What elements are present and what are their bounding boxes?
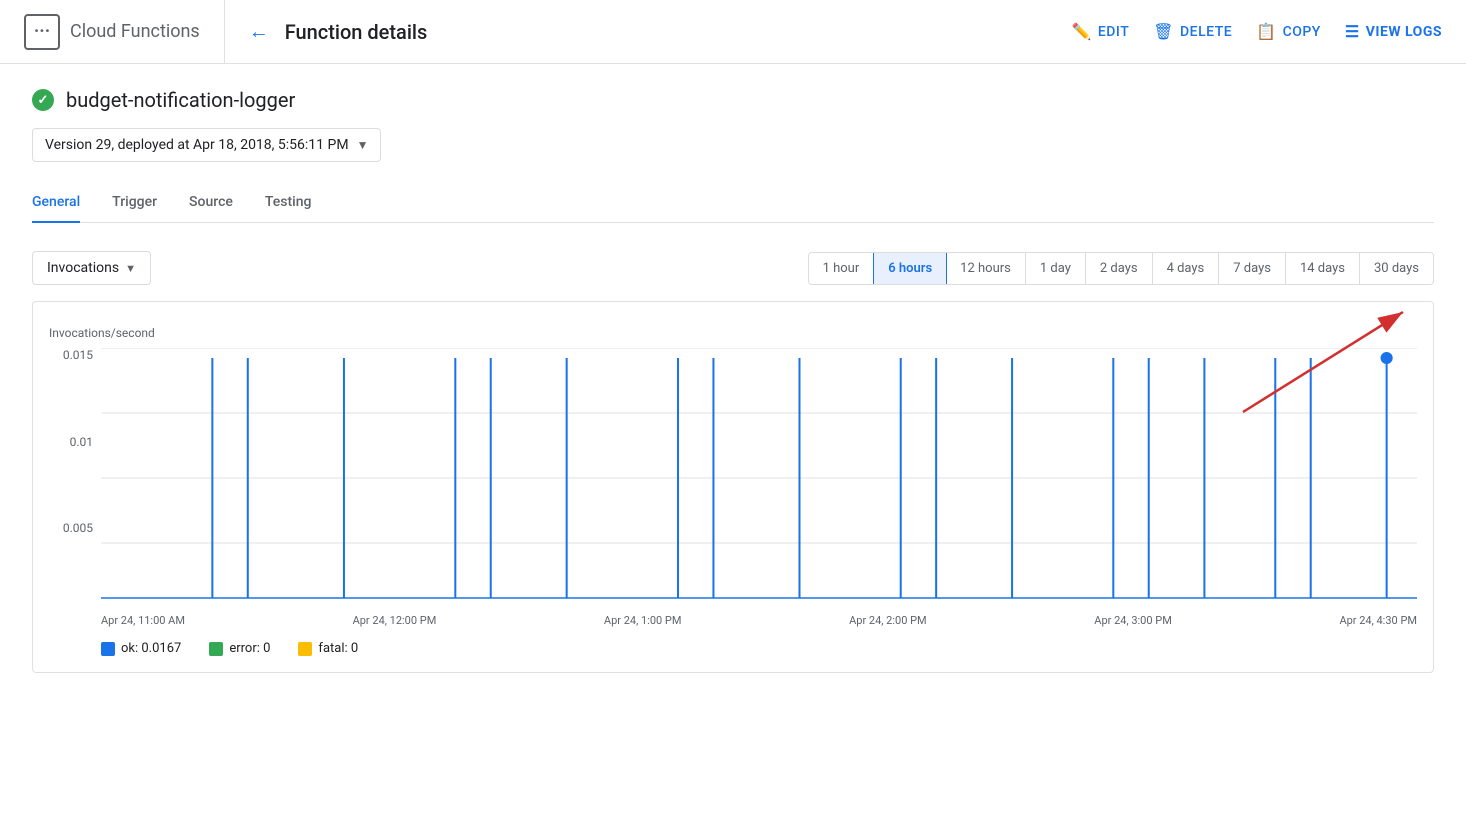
y-tick-001: 0.01 — [70, 435, 93, 449]
version-dropdown[interactable]: Version 29, deployed at Apr 18, 2018, 5:… — [32, 128, 381, 162]
app-logo: ··· Cloud Functions — [24, 0, 225, 63]
time-btn-12hours[interactable]: 12 hours — [946, 253, 1026, 284]
legend-error: error: 0 — [209, 641, 270, 656]
y-axis-label: Invocations/second — [49, 326, 1417, 340]
legend-error-color — [209, 642, 223, 656]
metric-dropdown[interactable]: Invocations ▼ — [32, 251, 151, 285]
x-axis: Apr 24, 11:00 AM Apr 24, 12:00 PM Apr 24… — [101, 614, 1417, 627]
legend-fatal-color — [298, 642, 312, 656]
copy-icon: 📋 — [1256, 22, 1276, 41]
x-label-1100: Apr 24, 11:00 AM — [101, 614, 185, 627]
page-title: Function details — [285, 20, 428, 44]
header: ··· Cloud Functions ← Function details ✏… — [0, 0, 1466, 64]
x-label-200: Apr 24, 2:00 PM — [849, 614, 927, 627]
chart-legend: ok: 0.0167 error: 0 fatal: 0 — [101, 641, 1417, 656]
x-label-300: Apr 24, 3:00 PM — [1094, 614, 1172, 627]
legend-fatal: fatal: 0 — [298, 641, 358, 656]
y-tick-0015: 0.015 — [63, 348, 93, 362]
tab-testing[interactable]: Testing — [265, 182, 312, 222]
time-btn-30days[interactable]: 30 days — [1360, 253, 1433, 284]
version-label: Version 29, deployed at Apr 18, 2018, 5:… — [45, 137, 349, 153]
x-label-1200: Apr 24, 12:00 PM — [353, 614, 437, 627]
status-icon: ✓ — [32, 89, 54, 111]
function-name: budget-notification-logger — [66, 88, 295, 112]
edit-button[interactable]: ✏️ EDIT — [1071, 22, 1129, 41]
delete-button[interactable]: 🗑 DELETE — [1153, 22, 1232, 41]
metric-label: Invocations — [47, 260, 119, 276]
time-btn-1day[interactable]: 1 day — [1026, 253, 1086, 284]
header-nav: ← Function details — [225, 19, 1072, 44]
time-btn-1hour[interactable]: 1 hour — [809, 253, 875, 284]
app-name: Cloud Functions — [70, 21, 200, 42]
time-btn-7days[interactable]: 7 days — [1219, 253, 1286, 284]
header-actions: ✏️ EDIT 🗑 DELETE 📋 COPY ☰ VIEW LOGS — [1071, 22, 1442, 41]
delete-icon: 🗑 — [1153, 22, 1174, 41]
tab-source[interactable]: Source — [189, 182, 233, 222]
legend-ok-label: ok: 0.0167 — [121, 641, 181, 656]
copy-button[interactable]: 📋 COPY — [1256, 22, 1321, 41]
x-label-100: Apr 24, 1:00 PM — [604, 614, 682, 627]
legend-error-label: error: 0 — [229, 641, 270, 656]
logs-icon: ☰ — [1345, 22, 1360, 41]
tab-general[interactable]: General — [32, 182, 80, 222]
main-content: ✓ budget-notification-logger Version 29,… — [0, 64, 1466, 697]
tab-trigger[interactable]: Trigger — [112, 182, 157, 222]
chart-controls: Invocations ▼ 1 hour 6 hours 12 hours 1 … — [32, 251, 1434, 285]
time-btn-6hours[interactable]: 6 hours — [873, 252, 947, 285]
edit-icon: ✏️ — [1071, 22, 1091, 41]
metric-chevron-icon: ▼ — [125, 262, 136, 275]
legend-fatal-label: fatal: 0 — [318, 641, 358, 656]
time-range-buttons: 1 hour 6 hours 12 hours 1 day 2 days 4 d… — [808, 252, 1434, 285]
tabs: General Trigger Source Testing — [32, 182, 1434, 223]
legend-ok: ok: 0.0167 — [101, 641, 181, 656]
chevron-down-icon: ▼ — [357, 138, 369, 152]
x-label-430: Apr 24, 4:30 PM — [1339, 614, 1417, 627]
y-axis: 0.015 0.01 0.005 — [49, 348, 101, 608]
time-btn-14days[interactable]: 14 days — [1286, 253, 1360, 284]
legend-ok-color — [101, 642, 115, 656]
time-btn-2days[interactable]: 2 days — [1086, 253, 1153, 284]
chart-inner: 0.015 0.01 0.005 — [49, 348, 1417, 608]
chart-svg — [101, 348, 1417, 608]
time-btn-4days[interactable]: 4 days — [1153, 253, 1220, 284]
back-button[interactable]: ← — [249, 19, 269, 44]
chart-plot — [101, 348, 1417, 608]
view-logs-button[interactable]: ☰ VIEW LOGS — [1345, 22, 1442, 41]
logo-icon: ··· — [24, 14, 60, 50]
chart-container: Invocations/second 0.015 0.01 0.005 — [32, 301, 1434, 673]
y-tick-0005: 0.005 — [63, 521, 93, 535]
function-header: ✓ budget-notification-logger — [32, 88, 1434, 112]
